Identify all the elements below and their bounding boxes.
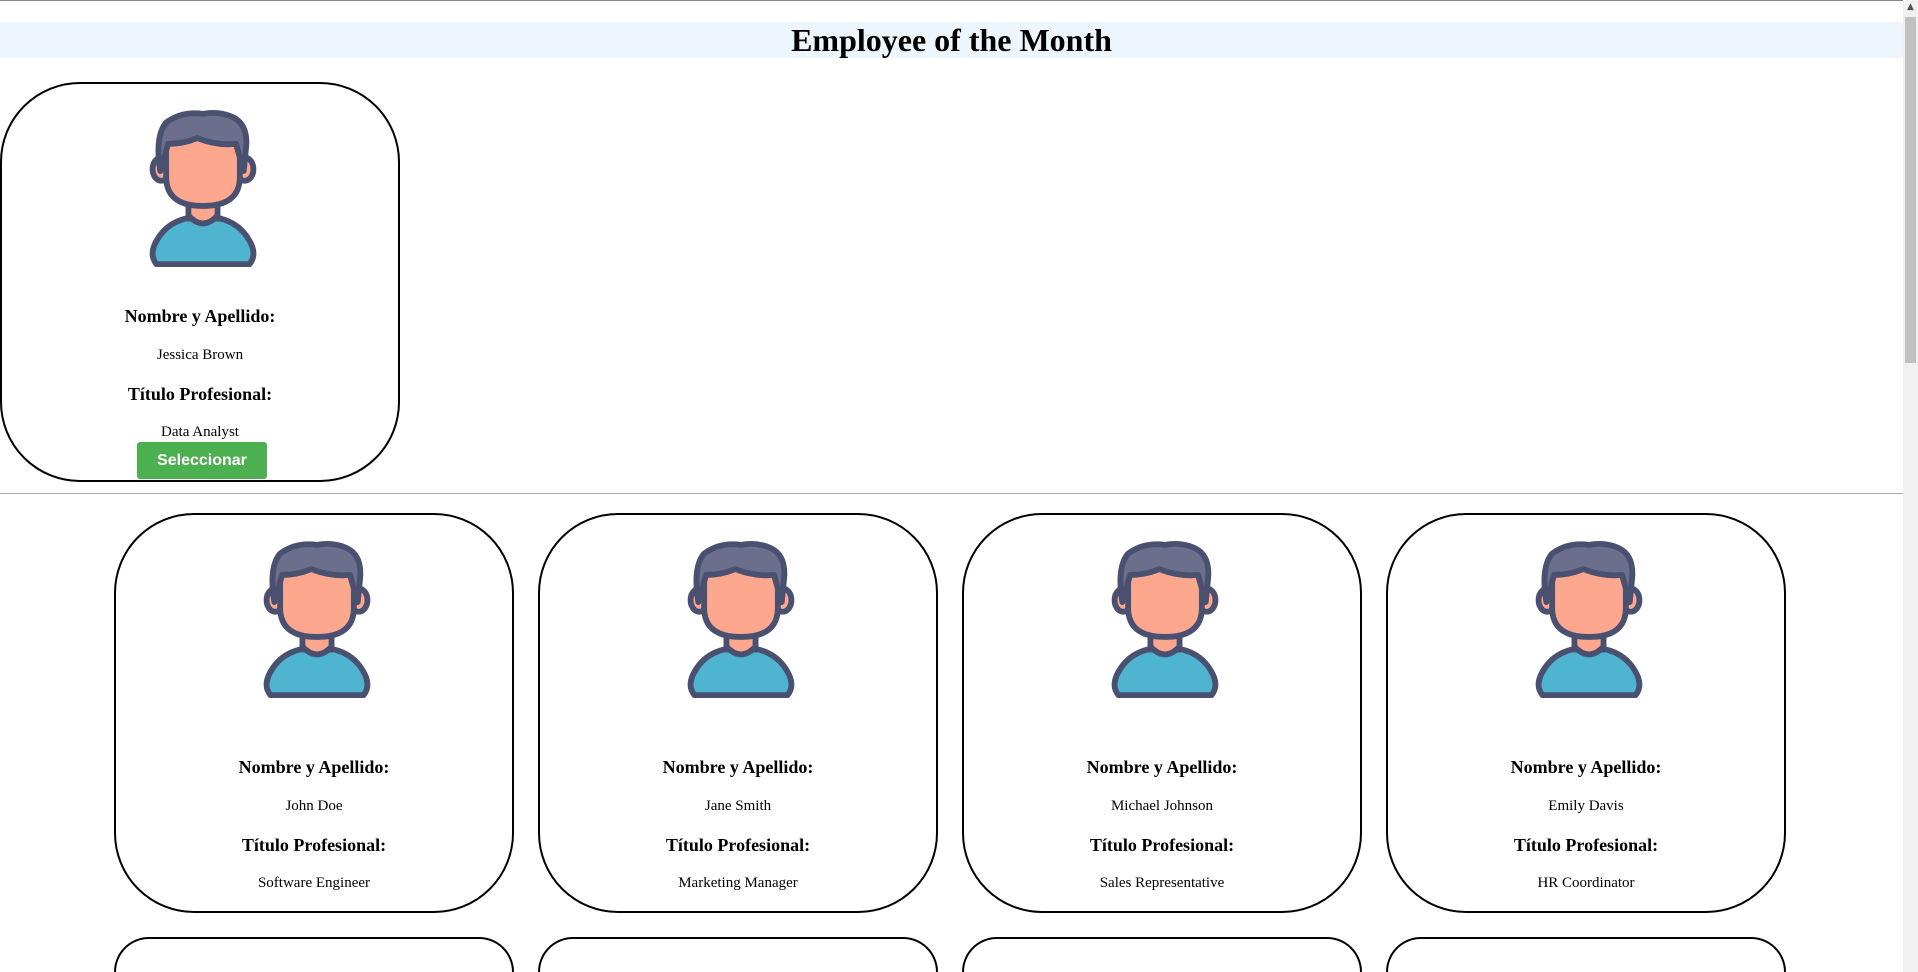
selected-employee-card: Nombre y Apellido: Jessica Brown Título … — [0, 82, 400, 482]
user-avatar-icon — [1095, 540, 1235, 700]
page-title: Employee of the Month — [791, 22, 1112, 58]
scroll-up-arrow-icon[interactable]: ▲ — [1903, 0, 1918, 15]
name-label: Nombre y Apellido: — [1086, 757, 1238, 777]
name-label: Nombre y Apellido: — [238, 757, 390, 777]
employee-title: Marketing Manager — [678, 875, 798, 891]
employee-title: Sales Representative — [1099, 875, 1225, 891]
employee-title: Data Analyst — [161, 424, 239, 440]
employee-name: Jessica Brown — [156, 347, 244, 363]
user-avatar-icon — [1519, 540, 1659, 700]
title-label: Título Profesional: — [1513, 835, 1659, 855]
employee-title: HR Coordinator — [1537, 875, 1635, 891]
employee-title: Software Engineer — [257, 875, 371, 891]
section-divider — [0, 493, 1903, 494]
vertical-scrollbar[interactable]: ▲ — [1903, 0, 1918, 972]
title-label: Título Profesional: — [665, 835, 811, 855]
title-label: Título Profesional: — [1089, 835, 1235, 855]
top-border — [0, 0, 1903, 1]
employee-card[interactable] — [1386, 937, 1786, 972]
select-button[interactable]: Seleccionar — [137, 442, 267, 479]
user-avatar-icon — [247, 540, 387, 700]
employee-card[interactable] — [962, 937, 1362, 972]
employee-card[interactable] — [538, 937, 938, 972]
employee-card[interactable]: Nombre y Apellido: Jane Smith Título Pro… — [538, 513, 938, 913]
employee-name: Emily Davis — [1548, 798, 1624, 814]
name-label: Nombre y Apellido: — [1510, 757, 1662, 777]
employee-card[interactable] — [114, 937, 514, 972]
user-avatar-icon — [671, 540, 811, 700]
employee-card[interactable]: Nombre y Apellido: Michael Johnson Títul… — [962, 513, 1362, 913]
employee-name: Michael Johnson — [1110, 798, 1214, 814]
name-label: Nombre y Apellido: — [662, 757, 814, 777]
page-header: Employee of the Month — [0, 22, 1903, 58]
title-label: Título Profesional: — [241, 835, 387, 855]
name-label: Nombre y Apellido: — [124, 306, 276, 326]
employee-card[interactable]: Nombre y Apellido: John Doe Título Profe… — [114, 513, 514, 913]
title-label: Título Profesional: — [127, 384, 273, 404]
employee-name: John Doe — [285, 798, 343, 814]
user-avatar-icon — [133, 109, 273, 269]
employee-name: Jane Smith — [704, 798, 772, 814]
employee-card[interactable]: Nombre y Apellido: Emily Davis Título Pr… — [1386, 513, 1786, 913]
scrollbar-thumb[interactable] — [1905, 17, 1916, 363]
